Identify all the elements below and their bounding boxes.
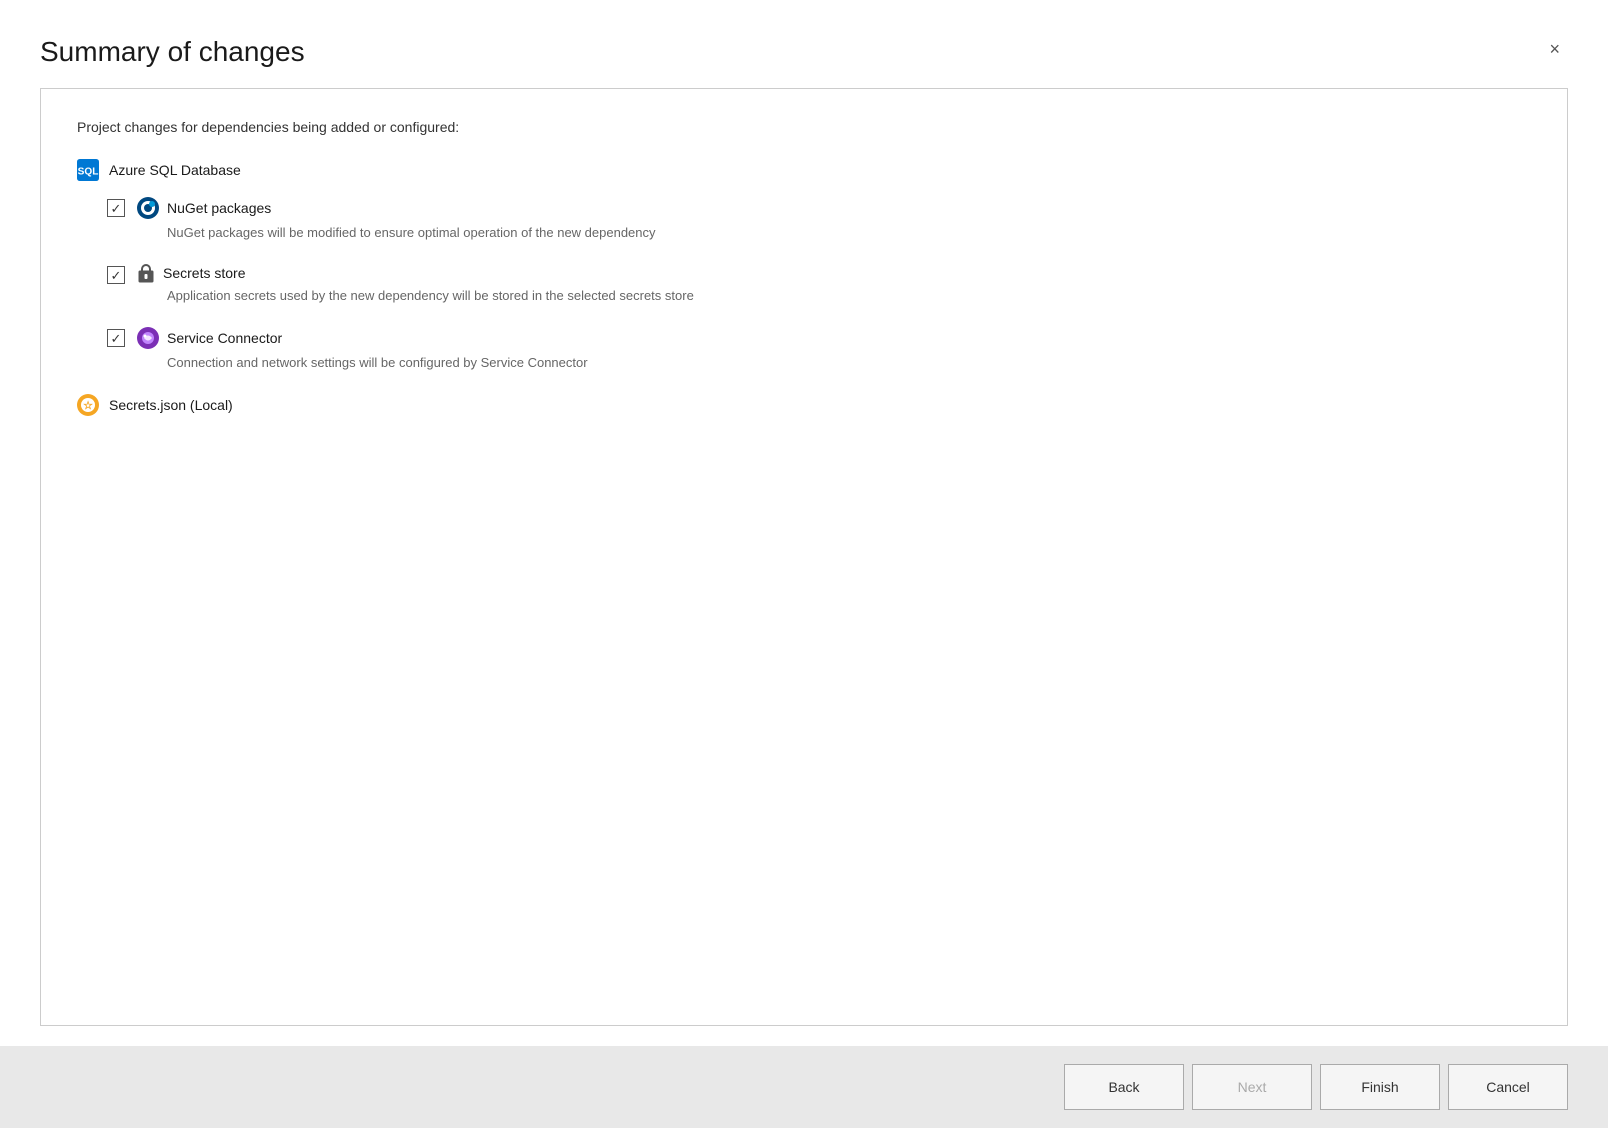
secrets-json-group: ☆ Secrets.json (Local) — [77, 394, 1531, 416]
svg-text:☆: ☆ — [83, 400, 93, 412]
secrets-header: Secrets store — [137, 264, 1531, 282]
table-row: Service Connector Connection and network… — [107, 327, 1531, 370]
cancel-button[interactable]: Cancel — [1448, 1064, 1568, 1110]
intro-text: Project changes for dependencies being a… — [77, 119, 1531, 135]
changes-box: Project changes for dependencies being a… — [40, 88, 1568, 1026]
nuget-icon — [137, 197, 159, 219]
back-button[interactable]: Back — [1064, 1064, 1184, 1110]
close-button[interactable]: × — [1541, 36, 1568, 62]
connector-label: Service Connector — [167, 330, 282, 346]
secrets-label: Secrets store — [163, 265, 245, 281]
nuget-checkbox[interactable] — [107, 199, 125, 217]
azure-sql-icon: SQL — [77, 159, 99, 181]
nuget-header: NuGet packages — [137, 197, 1531, 219]
dep-header: SQL Azure SQL Database — [77, 159, 1531, 181]
nuget-desc: NuGet packages will be modified to ensur… — [137, 225, 1531, 240]
connector-content: Service Connector Connection and network… — [137, 327, 1531, 370]
connector-desc: Connection and network settings will be … — [137, 355, 1531, 370]
dependency-group: SQL Azure SQL Database — [77, 159, 1531, 370]
table-row: Secrets store Application secrets used b… — [107, 264, 1531, 303]
finish-button[interactable]: Finish — [1320, 1064, 1440, 1110]
secrets-checkbox[interactable] — [107, 266, 125, 284]
next-button[interactable]: Next — [1192, 1064, 1312, 1110]
title-bar: Summary of changes × — [0, 0, 1608, 88]
summary-dialog: Summary of changes × Project changes for… — [0, 0, 1608, 1128]
footer: Back Next Finish Cancel — [0, 1046, 1608, 1128]
dep-group-label: Azure SQL Database — [109, 162, 241, 178]
secrets-desc: Application secrets used by the new depe… — [137, 288, 1531, 303]
page-title: Summary of changes — [40, 36, 305, 68]
svg-text:SQL: SQL — [78, 167, 99, 178]
connector-header: Service Connector — [137, 327, 1531, 349]
nuget-content: NuGet packages NuGet packages will be mo… — [137, 197, 1531, 240]
secrets-content: Secrets store Application secrets used b… — [137, 264, 1531, 303]
connector-checkbox[interactable] — [107, 329, 125, 347]
secrets-json-label: Secrets.json (Local) — [109, 397, 233, 413]
nuget-label: NuGet packages — [167, 200, 271, 216]
table-row: NuGet packages NuGet packages will be mo… — [107, 197, 1531, 240]
items-list: NuGet packages NuGet packages will be mo… — [77, 197, 1531, 370]
service-connector-icon — [137, 327, 159, 349]
content-area: Project changes for dependencies being a… — [0, 88, 1608, 1046]
secrets-json-icon: ☆ — [77, 394, 99, 416]
lock-icon — [137, 264, 155, 282]
